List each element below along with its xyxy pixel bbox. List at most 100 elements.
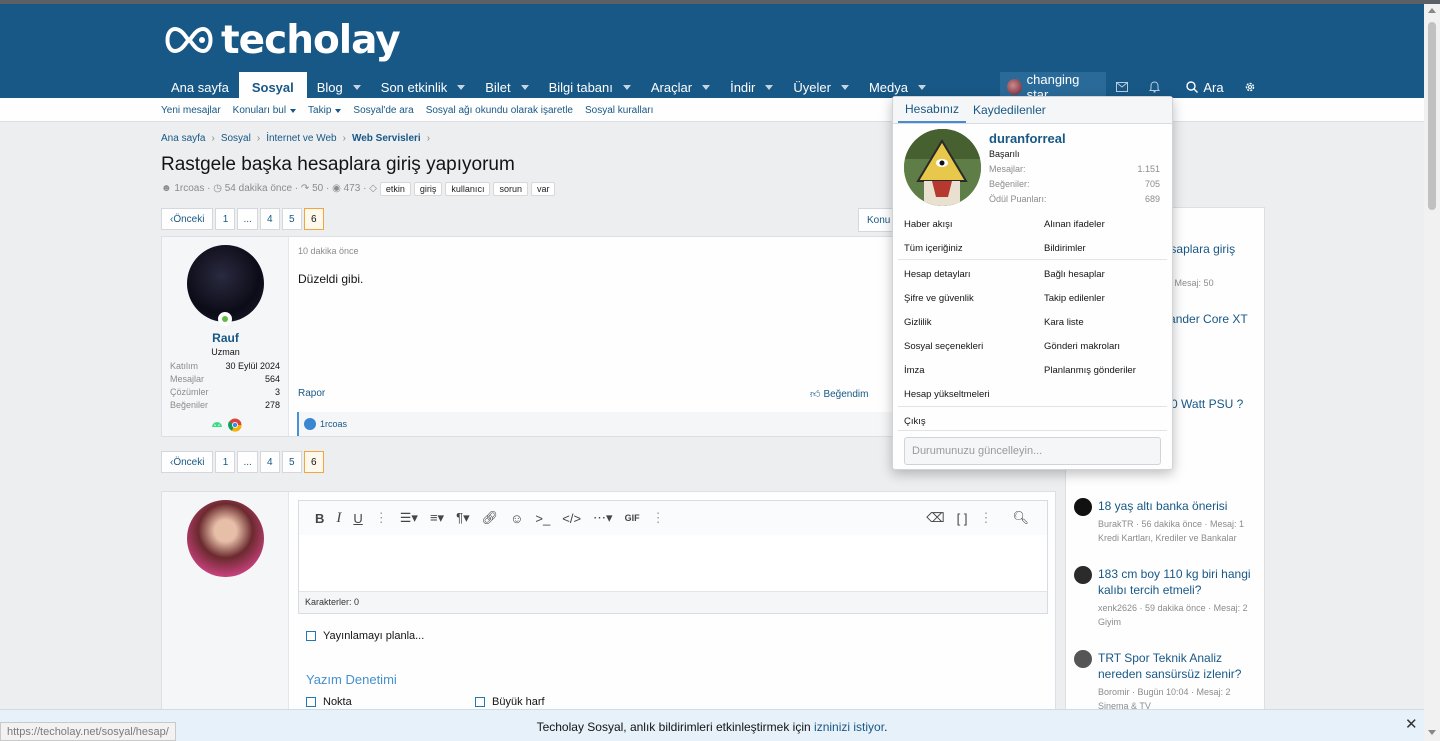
tab-bookmarks[interactable]: Kaydedilenler <box>966 96 1053 123</box>
reaction-user[interactable]: 1rcoas <box>320 419 347 429</box>
thread-author[interactable]: 1rcoas <box>174 183 204 194</box>
tab-account[interactable]: Hesabınız <box>898 96 967 123</box>
page-button[interactable]: 4 <box>259 451 280 473</box>
chevron-down-icon[interactable] <box>457 84 466 90</box>
account-link-right-4[interactable]: Kara liste <box>1044 317 1084 328</box>
link-icon[interactable]: 🔗︎ <box>482 510 499 526</box>
page-button[interactable]: 6 <box>303 451 324 473</box>
bbcode-toggle-icon[interactable]: [ ] <box>957 511 968 526</box>
account-link-right-6[interactable]: Planlanmış gönderiler <box>1044 365 1136 376</box>
sidebar-thread-title[interactable]: TRT Spor Teknik Analiz nereden sansürsüz… <box>1098 650 1258 682</box>
tag-var[interactable]: var <box>530 181 556 196</box>
capital-checkbox[interactable] <box>475 697 485 707</box>
scroll-up-icon[interactable] <box>1428 8 1436 13</box>
account-link-right-5[interactable]: Gönderi makroları <box>1044 341 1120 352</box>
schedule-option[interactable]: Yayınlamayı planla... <box>306 630 424 642</box>
page-button[interactable]: 1 <box>215 208 236 230</box>
align-button[interactable]: ≡▾ <box>430 510 444 526</box>
scroll-down-icon[interactable] <box>1428 730 1436 735</box>
account-link-2[interactable]: Hesap detayları <box>904 269 971 280</box>
notification-link[interactable]: izninizi istiyor <box>814 720 884 734</box>
sidebar-thread-avatar[interactable] <box>1074 498 1092 516</box>
account-link-0[interactable]: Haber akışı <box>904 219 953 230</box>
subnav-link-4[interactable]: Sosyal ağı okundu olarak işaretle <box>426 105 573 116</box>
chevron-down-icon[interactable] <box>702 84 711 90</box>
logout-link[interactable]: Çıkış <box>904 416 926 427</box>
account-avatar[interactable] <box>904 129 981 206</box>
reply-editor[interactable]: B I U ⋮ ☰▾ ≡▾ ¶▾ 🔗︎ ☺ >_ </> ⋯▾ GIF ⋮ ⌫ … <box>298 500 1048 614</box>
post-username[interactable]: Rauf <box>162 331 289 345</box>
tag-kullanıcı[interactable]: kullanıcı <box>445 181 491 196</box>
sidebar-thread-title[interactable]: 183 cm boy 110 kg biri hangi kalıbı terc… <box>1098 566 1258 598</box>
chevron-down-icon[interactable] <box>335 108 342 113</box>
underline-button[interactable]: U <box>353 511 362 526</box>
like-button[interactable]: 👍︎ Beğendim <box>810 388 868 401</box>
site-logo[interactable]: techolay <box>161 18 401 63</box>
insert-more-icon[interactable]: ⋯▾ <box>593 510 613 526</box>
sidebar-thread-forum[interactable]: Kredi Kartları, Krediler ve Bankalar <box>1098 531 1258 545</box>
account-link-right-3[interactable]: Takip edilenler <box>1044 293 1105 304</box>
chevron-down-icon[interactable] <box>840 84 849 90</box>
sidebar-thread[interactable]: TRT Spor Teknik Analiz nereden sansürsüz… <box>1074 650 1258 713</box>
chevron-down-icon[interactable] <box>290 108 297 113</box>
italic-button[interactable]: I <box>336 510 341 527</box>
breadcrumb-item-2[interactable]: İnternet ve Web <box>266 133 336 144</box>
account-link-right-2[interactable]: Bağlı hesaplar <box>1044 269 1105 280</box>
account-link-3[interactable]: Şifre ve güvenlik <box>904 293 974 304</box>
tag-sorun[interactable]: sorun <box>493 181 528 196</box>
list-button[interactable]: ☰▾ <box>400 510 418 526</box>
prev-page-button[interactable]: ‹ Önceki <box>161 208 214 230</box>
paragraph-button[interactable]: ¶▾ <box>456 510 470 526</box>
preview-icon[interactable]: 🔍︎ <box>1012 510 1029 526</box>
chevron-down-icon[interactable] <box>352 84 361 90</box>
account-link-5[interactable]: Sosyal seçenekleri <box>904 341 983 352</box>
scroll-thumb[interactable] <box>1428 22 1436 210</box>
post-avatar[interactable] <box>187 245 264 322</box>
sidebar-thread[interactable]: 183 cm boy 110 kg biri hangi kalıbı terc… <box>1074 566 1258 629</box>
close-icon[interactable]: ✕ <box>1405 715 1418 733</box>
option-period[interactable]: Nokta <box>306 696 352 708</box>
sidebar-thread-forum[interactable]: Giyim <box>1098 615 1258 629</box>
page-scrollbar[interactable] <box>1424 4 1440 741</box>
account-link-4[interactable]: Gizlilik <box>904 317 931 328</box>
sidebar-thread-avatar[interactable] <box>1074 650 1092 668</box>
sidebar-thread-avatar[interactable] <box>1074 566 1092 584</box>
subnav-link-2[interactable]: Takip <box>308 105 342 116</box>
account-link-6[interactable]: İmza <box>904 365 925 376</box>
status-input[interactable]: Durumunuzu güncelleyin... <box>904 437 1161 465</box>
more-options-icon[interactable]: ⋮ <box>652 510 665 526</box>
tag-etkin[interactable]: etkin <box>379 181 411 196</box>
account-username-link[interactable]: duranforreal <box>989 131 1066 146</box>
breadcrumb-item-1[interactable]: Sosyal <box>221 133 251 144</box>
page-button[interactable]: 6 <box>303 208 324 230</box>
toolbar-more-icon[interactable]: ⋮ <box>979 510 992 526</box>
chevron-down-icon[interactable] <box>520 84 529 90</box>
bold-button[interactable]: B <box>315 511 324 526</box>
subnav-link-1[interactable]: Konuları bul <box>233 105 297 116</box>
subnav-link-0[interactable]: Yeni mesajlar <box>161 105 221 116</box>
period-checkbox[interactable] <box>306 697 316 707</box>
chevron-down-icon[interactable] <box>622 84 631 90</box>
option-capital[interactable]: Büyük harf <box>475 696 545 708</box>
subnav-link-3[interactable]: Sosyal'de ara <box>353 105 413 116</box>
account-link-1[interactable]: Tüm içeriğiniz <box>904 243 963 254</box>
eraser-icon[interactable]: ⌫ <box>926 510 944 526</box>
thread-time[interactable]: 54 dakika önce <box>225 183 292 194</box>
page-button[interactable]: 1 <box>215 451 236 473</box>
page-button[interactable]: 4 <box>259 208 280 230</box>
code-icon[interactable]: </> <box>562 511 581 526</box>
inline-code-icon[interactable]: >_ <box>535 511 550 526</box>
sidebar-thread-title[interactable]: 18 yaş altı banka önerisi <box>1098 498 1258 514</box>
prev-page-button[interactable]: ‹ Önceki <box>161 451 214 473</box>
page-button[interactable]: ... <box>237 208 258 230</box>
page-button[interactable]: ... <box>237 451 258 473</box>
account-link-right-1[interactable]: Bildirimler <box>1044 243 1086 254</box>
breadcrumb-item-0[interactable]: Ana sayfa <box>161 133 205 144</box>
account-link-7[interactable]: Hesap yükseltmeleri <box>904 389 990 400</box>
page-button[interactable]: 5 <box>281 208 302 230</box>
gif-icon[interactable]: GIF <box>625 513 640 523</box>
post-date[interactable]: 10 dakika önce <box>298 246 359 256</box>
schedule-checkbox[interactable] <box>306 631 316 641</box>
chevron-down-icon[interactable] <box>917 84 926 90</box>
tag-giriş[interactable]: giriş <box>413 181 443 196</box>
